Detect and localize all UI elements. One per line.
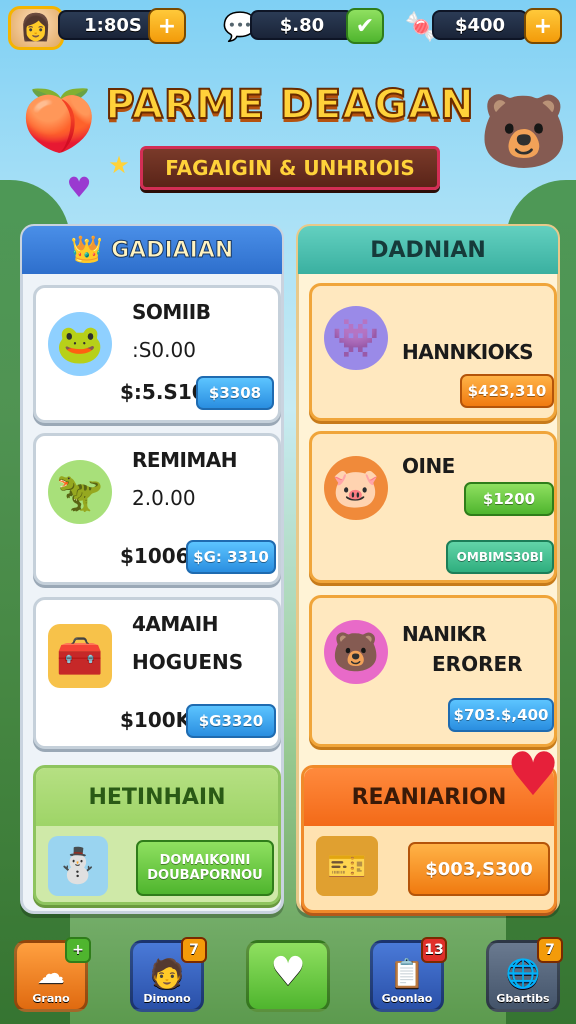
game-title: PARME DEAGAN [104,81,475,129]
currency-two-check-button[interactable]: ✔ [346,8,384,44]
heart-icon: ♥ [270,949,306,995]
nav-item-gbartibs[interactable]: 🌐 Gbartibs 7 [486,937,563,1012]
left-shop-panel: 👑 GADIAIAN 🐸 SOMIIB :S0.00 $:5.S10 $3308… [20,224,284,914]
pink-creature-icon: 🐻 [324,620,388,684]
buy-button[interactable]: $703.$,400 [448,698,554,732]
blue-creature-icon: 🐸 [48,312,112,376]
item-subtitle: 2.0.00 [132,486,196,510]
currency-two-value: $.80 [279,14,325,36]
item-price: $:5.S10 [120,380,206,404]
cloud-icon: ☁ [37,957,65,990]
top-bar: 👩 1:80S + 💬 $.80 ✔ 🍬 $400 + [0,4,576,50]
bottom-navigation: ☁ Grano + 🧑 Dimono 7 ♥ 📋 Goonlao 13 🌐 Gb… [0,936,576,1024]
currency-three-value: $400 [454,14,506,36]
item-price: $1006 [120,544,190,568]
treasure-chest-icon: 🧰 [48,624,112,688]
buy-button[interactable]: $423,310 [460,374,554,408]
nav-item-dimono[interactable]: 🧑 Dimono 7 [130,937,207,1012]
clipboard-icon: 📋 [389,957,425,990]
buy-button[interactable]: $1200 [464,482,554,516]
buy-button[interactable]: $G: 3310 [186,540,276,574]
shop-item-card[interactable]: 🧰 4AMAIH HOGUENS $100K $G3320 [33,597,281,749]
snowman-icon: ⛄ [48,836,108,896]
add-currency-three-button[interactable]: + [524,8,562,44]
nav-badge: 7 [181,937,207,963]
item-subtitle: ERORER [432,652,523,676]
left-panel-title: GADIAIAN [111,237,234,263]
item-name: OINE [402,454,455,478]
player-avatar[interactable]: 👩 [8,6,64,50]
shop-item-card[interactable]: 🐸 SOMIIB :S0.00 $:5.S10 $3308 [33,285,281,423]
nav-item-home[interactable]: ♥ [246,940,330,1012]
nav-badge: 13 [421,937,447,963]
item-name: 4AMAIH [132,612,218,636]
nav-label: Gbartibs [496,992,550,1005]
left-special-offer: HETINHAIN ⛄ DOMAIKOINI DOUBAPORNOU [33,765,281,905]
check-icon: ✔ [355,13,375,39]
item-name: HANNKIOKS [402,340,534,364]
purple-creature-icon: 👾 [324,306,388,370]
buy-button[interactable]: $3308 [196,376,274,410]
right-panel-title: DADNIAN [370,237,486,263]
add-coins-button[interactable]: + [148,8,186,44]
nav-item-goonlao[interactable]: 📋 Goonlao 13 [370,937,447,1012]
star-icon: ★ [108,151,130,179]
special-offer-button[interactable]: DOMAIKOINI DOUBAPORNOU [136,840,274,896]
currency-two-counter: $.80 [250,10,354,40]
nav-badge: + [65,937,91,963]
item-subtitle: :S0.00 [132,338,196,362]
character-icon: 🧑 [149,957,185,990]
green-creature-icon: 🦖 [48,460,112,524]
shop-item-card[interactable]: 🦖 REMIMAH 2.0.00 $1006 $G: 3310 [33,433,281,585]
add-icon: + [157,13,177,39]
nav-item-grano[interactable]: ☁ Grano + [14,937,91,1012]
shop-item-card[interactable]: 🐻 NANIKR ERORER $703.$,400 [309,595,557,747]
item-name: REMIMAH [132,448,238,472]
heart-icon: ♥ [66,170,92,204]
shop-item-card[interactable]: 👾 HANNKIOKS $423,310 [309,283,557,421]
buy-button[interactable]: $G3320 [186,704,276,738]
crown-icon: 👑 [70,235,104,266]
item-subtitle: HOGUENS [132,650,244,674]
globe-icon: 🌐 [505,957,541,990]
add-icon: + [533,13,553,39]
right-shop-panel: DADNIAN 👾 HANNKIOKS $423,310 🐷 OINE $120… [296,224,560,914]
special-offer-line1: DOMAIKOINI [159,853,251,868]
subtitle-banner: FAGAIGIN & UNHRIOIS [140,146,440,190]
left-panel-header: 👑 GADIAIAN [22,226,282,274]
special-offer-button[interactable]: $003,S300 [408,842,550,896]
nav-label: Dimono [143,992,191,1005]
item-price: $100K [120,708,192,732]
fruit-mascot-icon: 🍑 [21,85,97,156]
right-panel-header: DADNIAN [298,226,558,274]
secondary-button[interactable]: OMBIMS30BI [446,540,554,574]
heart-icon: ♥ [506,740,560,810]
subtitle-text: FAGAIGIN & UNHRIOIS [165,156,415,180]
special-offer-line2: DOUBAPORNOU [147,868,263,883]
item-name: SOMIIB [132,300,211,324]
sun-mascot-icon: 🐻 [479,88,569,173]
special-offer-header: HETINHAIN [36,768,278,826]
nav-label: Goonlao [381,992,433,1005]
nav-label: Grano [32,992,70,1005]
shop-item-card[interactable]: 🐷 OINE $1200 OMBIMS30BI [309,431,557,583]
nav-badge: 7 [537,937,563,963]
orange-creature-icon: 🐷 [324,456,388,520]
item-name: NANIKR [402,622,487,646]
currency-three-counter: $400 [432,10,528,40]
golden-ticket-icon: 🎫 [316,836,378,896]
coins-value: 1:80S [84,14,142,36]
